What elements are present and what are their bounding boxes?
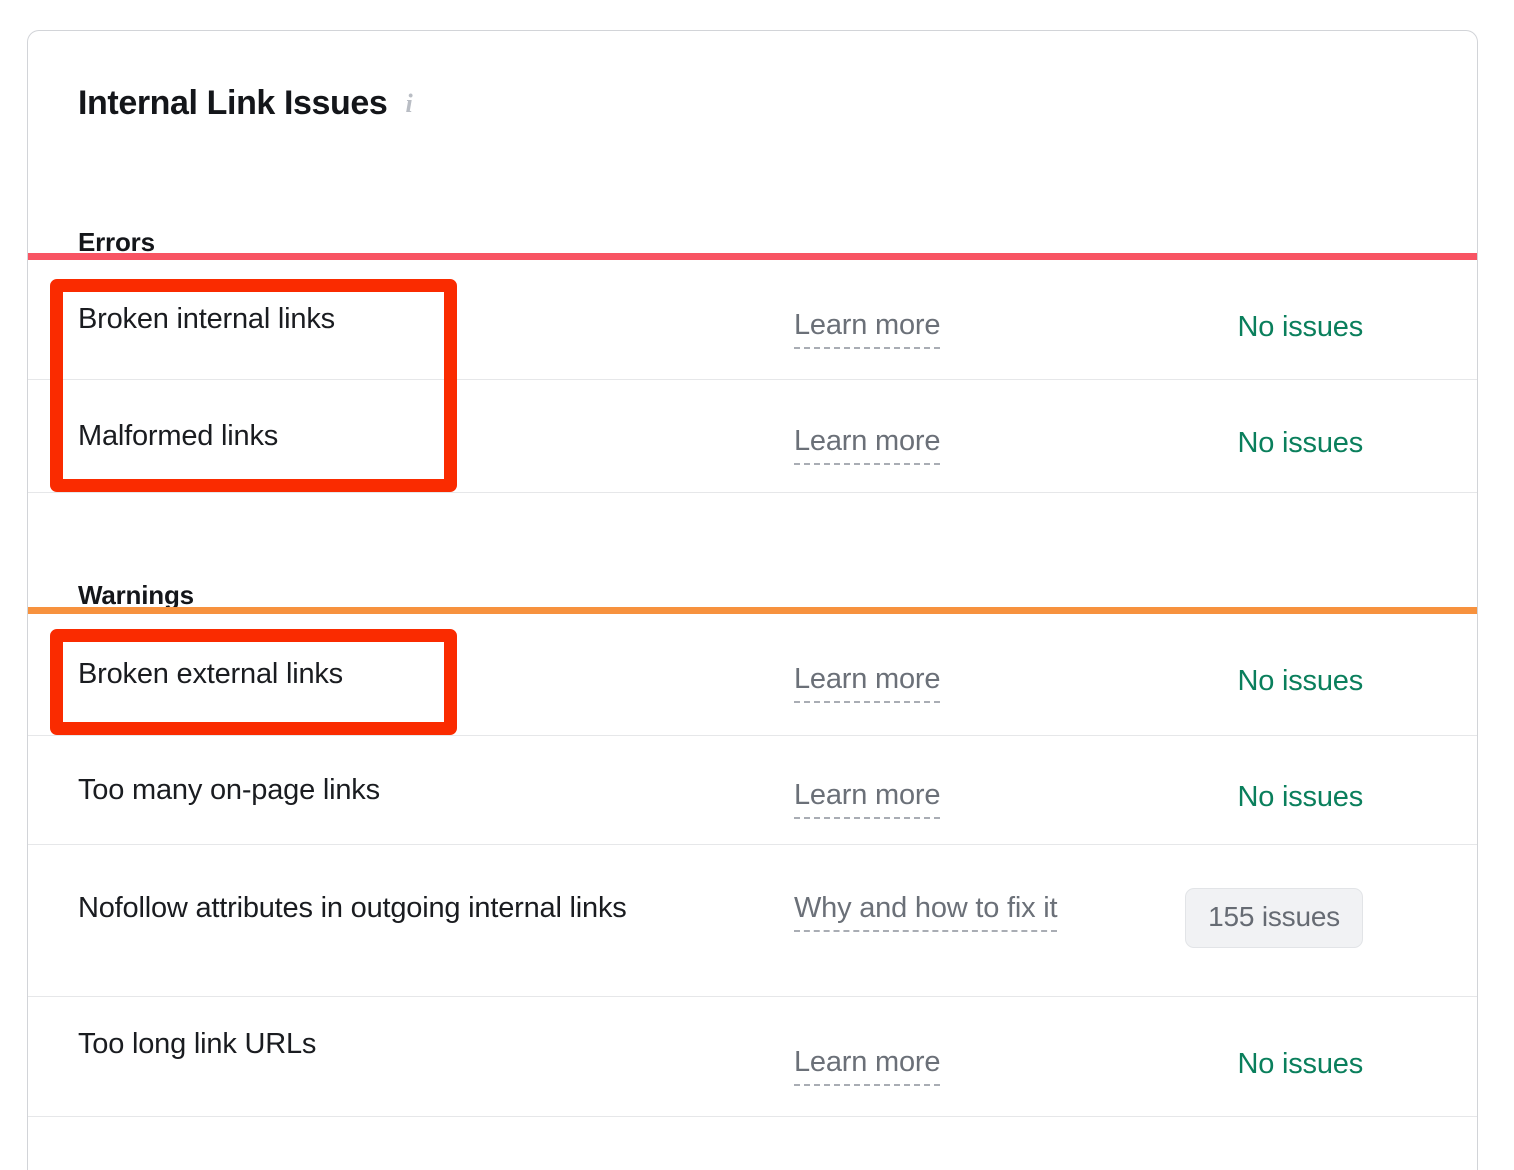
card-header: Internal Link Issues i	[78, 86, 413, 120]
row-label: Nofollow attributes in outgoing internal…	[78, 886, 738, 931]
learn-more-link[interactable]: Learn more	[794, 311, 940, 349]
status-badge: No issues	[1148, 313, 1363, 342]
learn-more-link[interactable]: Learn more	[794, 1048, 940, 1086]
status-badge: No issues	[1148, 667, 1363, 696]
table-row[interactable]: Malformed links Learn more No issues	[28, 380, 1477, 492]
section-rule-errors	[28, 253, 1477, 260]
row-divider	[28, 1116, 1477, 1117]
table-row[interactable]: Nofollow attributes in outgoing internal…	[28, 845, 1477, 996]
status-badge: No issues	[1148, 783, 1363, 812]
issues-badge[interactable]: 155 issues	[1185, 888, 1363, 948]
info-icon[interactable]: i	[405, 91, 412, 117]
why-and-how-to-fix-it-link[interactable]: Why and how to fix it	[794, 894, 1057, 932]
table-row[interactable]: Broken internal links Learn more No issu…	[28, 260, 1477, 379]
row-label: Broken internal links	[78, 297, 738, 342]
section-rule-warnings	[28, 607, 1477, 614]
row-label: Broken external links	[78, 652, 738, 697]
table-row[interactable]: Too many on-page links Learn more No iss…	[28, 736, 1477, 844]
learn-more-link[interactable]: Learn more	[794, 427, 940, 465]
section-header-warnings: Warnings	[78, 582, 194, 608]
status-badge: No issues	[1148, 1050, 1363, 1079]
section-header-errors: Errors	[78, 229, 155, 255]
learn-more-link[interactable]: Learn more	[794, 665, 940, 703]
page-title: Internal Link Issues	[78, 86, 387, 120]
table-row[interactable]: Broken external links Learn more No issu…	[28, 614, 1477, 735]
table-row[interactable]: Too long link URLs Learn more No issues	[28, 997, 1477, 1116]
issues-badge-container: 155 issues	[1118, 888, 1363, 948]
row-label: Too long link URLs	[78, 1022, 738, 1067]
internal-link-issues-card: Internal Link Issues i Errors Broken int…	[27, 30, 1478, 1170]
status-badge: No issues	[1148, 429, 1363, 458]
row-divider	[28, 492, 1477, 493]
row-label: Too many on-page links	[78, 768, 738, 813]
learn-more-link[interactable]: Learn more	[794, 781, 940, 819]
row-label: Malformed links	[78, 414, 738, 459]
